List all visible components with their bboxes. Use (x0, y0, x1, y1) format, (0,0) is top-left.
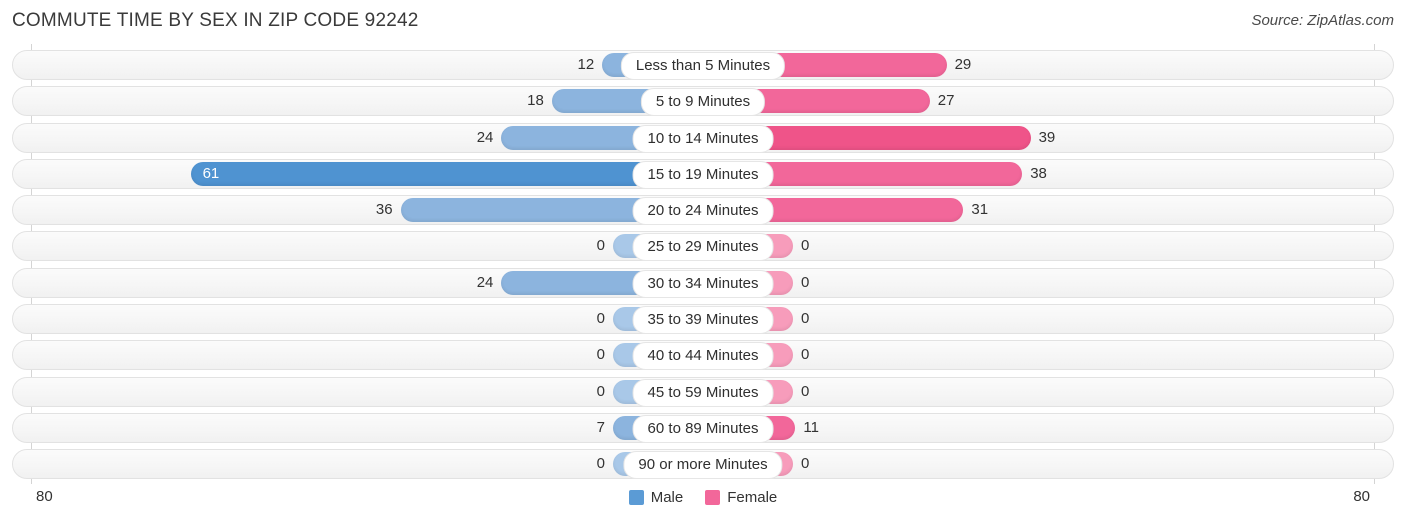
chart-row: 12 29 Less than 5 Minutes (0, 50, 1406, 80)
chart-row: 24 0 30 to 34 Minutes (0, 267, 1406, 298)
chart-row: 61 38 15 to 19 Minutes (0, 158, 1406, 189)
chart-row: 36 31 20 to 24 Minutes (0, 195, 1406, 226)
male-half: 18 (31, 86, 703, 116)
female-value-label: 0 (801, 346, 810, 364)
chart-rows: 12 29 Less than 5 Minutes 18 27 5 to 9 Minute… (0, 50, 1406, 486)
female-value-label: 29 (954, 56, 972, 73)
female-value-label: 0 (801, 273, 810, 291)
female-half: 0 (703, 340, 1374, 370)
male-value-label: 0 (596, 455, 605, 473)
page-title: COMMUTE TIME BY SEX IN ZIP CODE 92242 (12, 10, 419, 31)
legend-swatch-icon (705, 490, 721, 505)
female-half: 27 (703, 86, 1374, 116)
chart-row: 0 0 45 to 59 Minutes (0, 376, 1406, 407)
female-value-label: 39 (1038, 128, 1056, 146)
male-value-label: 24 (476, 273, 494, 291)
male-value-label: 0 (596, 237, 605, 255)
category-label: 40 to 44 Minutes (632, 342, 774, 371)
female-half: 0 (703, 268, 1374, 298)
legend-swatch-icon (628, 490, 644, 505)
chart-row: 7 11 60 to 89 Minutes (0, 412, 1406, 443)
female-half: 0 (703, 231, 1374, 261)
male-value-label: 24 (476, 128, 494, 146)
female-half: 39 (703, 123, 1374, 153)
male-half: 7 (31, 413, 703, 443)
chart-footer: 80 80 Male Female (0, 484, 1406, 523)
legend-label: Female (727, 489, 778, 506)
female-half: 11 (703, 413, 1374, 443)
male-half: 12 (31, 50, 703, 80)
female-half: 38 (703, 159, 1374, 189)
female-value-label: 38 (1030, 164, 1047, 182)
chart-header: COMMUTE TIME BY SEX IN ZIP CODE 92242 So… (0, 0, 1406, 44)
category-label: 30 to 34 Minutes (632, 269, 774, 298)
legend-label: Male (650, 489, 684, 506)
female-half: 29 (703, 50, 1374, 80)
female-value-label: 0 (801, 237, 810, 255)
male-half: 0 (31, 304, 703, 334)
male-value-label: 61 (202, 164, 220, 182)
category-label: 15 to 19 Minutes (632, 160, 774, 189)
male-value-label: 7 (596, 418, 605, 436)
category-label: 45 to 59 Minutes (632, 378, 774, 407)
female-value-label: 11 (803, 418, 819, 436)
female-value-label: 31 (971, 201, 989, 219)
legend-item-male[interactable]: Male (628, 489, 684, 506)
category-label: 35 to 39 Minutes (632, 306, 774, 335)
male-value-label: 0 (596, 310, 605, 328)
male-value-label: 0 (596, 382, 605, 400)
chart-legend: Male Female (0, 489, 1406, 506)
chart-row: 0 0 90 or more Minutes (0, 449, 1406, 480)
male-half: 24 (31, 268, 703, 298)
male-half: 24 (31, 123, 703, 153)
category-label: 5 to 9 Minutes (640, 88, 766, 117)
female-value-label: 0 (801, 382, 810, 400)
chart-plot-area: 12 29 Less than 5 Minutes 18 27 5 to 9 Minute… (0, 44, 1406, 484)
chart-row: 0 0 35 to 39 Minutes (0, 304, 1406, 335)
category-label: 60 to 89 Minutes (632, 414, 774, 443)
chart-row: 24 39 10 to 14 Minutes (0, 122, 1406, 153)
male-half: 36 (31, 195, 703, 225)
male-value-label: 18 (527, 92, 544, 110)
category-label: 20 to 24 Minutes (632, 197, 774, 226)
male-value-label: 36 (375, 201, 393, 219)
category-label: 90 or more Minutes (623, 451, 783, 480)
chart-row: 0 0 25 to 29 Minutes (0, 231, 1406, 262)
female-value-label: 27 (937, 92, 955, 110)
category-label: 25 to 29 Minutes (632, 233, 774, 262)
male-half: 0 (31, 231, 703, 261)
chart-row: 18 27 5 to 9 Minutes (0, 86, 1406, 117)
male-half: 61 (31, 159, 703, 189)
female-value-label: 0 (801, 455, 810, 473)
chart-row: 0 0 40 to 44 Minutes (0, 340, 1406, 371)
category-label: Less than 5 Minutes (620, 52, 786, 80)
legend-item-female[interactable]: Female (705, 489, 777, 506)
male-value-label: 12 (577, 56, 595, 73)
male-half: 0 (31, 377, 703, 407)
male-half: 0 (31, 340, 703, 370)
male-half: 0 (31, 449, 703, 479)
female-half: 0 (703, 304, 1374, 334)
female-value-label: 0 (801, 310, 810, 328)
male-value-label: 0 (596, 346, 605, 364)
female-half: 0 (703, 449, 1374, 479)
male-bar[interactable] (190, 161, 703, 186)
female-half: 0 (703, 377, 1374, 407)
female-half: 31 (703, 195, 1374, 225)
category-label: 10 to 14 Minutes (632, 124, 774, 153)
source-attribution: Source: ZipAtlas.com (1251, 12, 1394, 29)
